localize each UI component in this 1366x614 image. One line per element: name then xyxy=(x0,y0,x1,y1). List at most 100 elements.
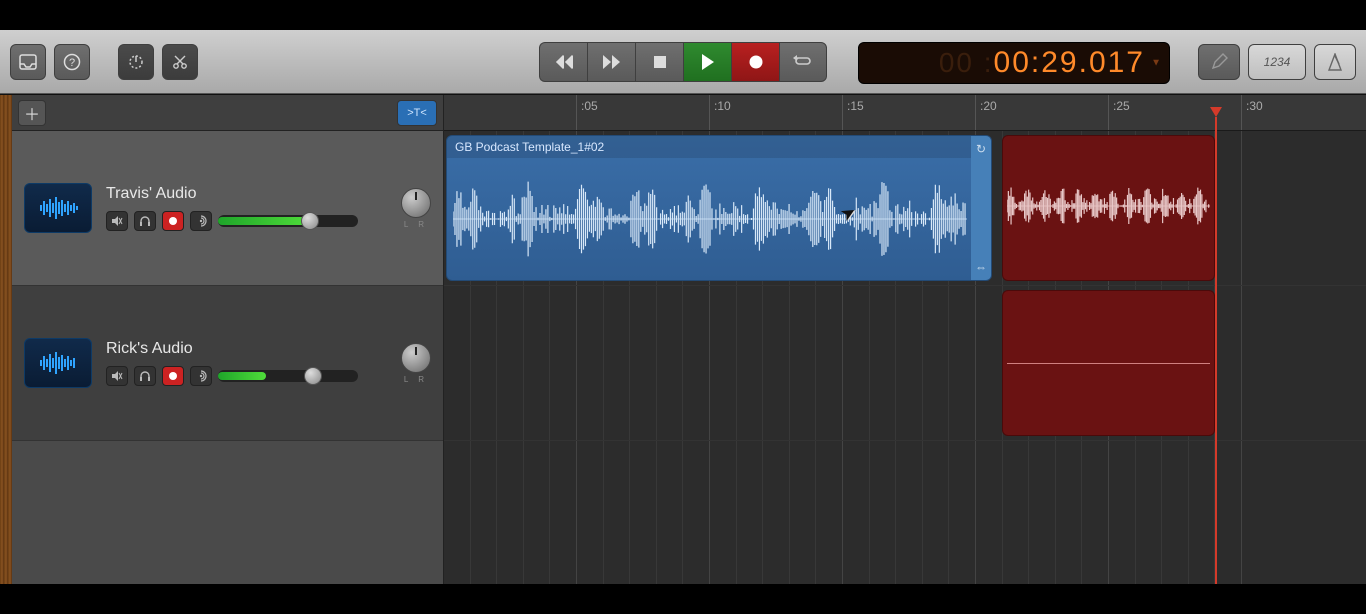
pan-lr-label: L R xyxy=(401,220,431,229)
track-controls xyxy=(106,366,387,386)
play-button[interactable] xyxy=(683,42,731,82)
volume-thumb[interactable] xyxy=(304,367,322,385)
time-ruler[interactable]: :05 :10 :15 :20 :25 :30 xyxy=(444,95,1366,131)
waveform xyxy=(453,168,967,270)
track-controls xyxy=(106,211,387,231)
mute-icon xyxy=(111,215,123,227)
time-display-value: 00:29.017 xyxy=(994,46,1145,80)
audio-region[interactable]: GB Podcast Template_1#02 ↻ ⇔ xyxy=(446,135,992,281)
add-track-button[interactable]: ＋ xyxy=(18,100,46,126)
help-button[interactable]: ? xyxy=(54,44,90,80)
track-info: Travis' Audio xyxy=(106,185,387,231)
ruler-tick: :30 xyxy=(1241,95,1263,130)
input-icon xyxy=(195,370,207,382)
ruler-tick: :05 xyxy=(576,95,598,130)
mute-button[interactable] xyxy=(106,366,128,386)
main-area: ＋ >T< xyxy=(0,94,1366,584)
scissors-icon xyxy=(171,53,189,71)
dial-icon xyxy=(127,53,145,71)
fade-icon[interactable]: ⇔ xyxy=(975,260,987,274)
count-in-button[interactable]: 1234 xyxy=(1248,44,1306,80)
smart-controls-button[interactable] xyxy=(118,44,154,80)
pencil-icon xyxy=(1210,53,1228,71)
input-icon xyxy=(195,215,207,227)
notepad-button[interactable] xyxy=(1198,44,1240,80)
track-header-panel: ＋ >T< xyxy=(12,95,444,584)
pan-control[interactable]: L R xyxy=(401,188,431,229)
volume-thumb[interactable] xyxy=(301,212,319,230)
playhead[interactable] xyxy=(1215,117,1217,584)
play-icon xyxy=(701,54,715,70)
record-enable-button[interactable] xyxy=(162,211,184,231)
record-enable-button[interactable] xyxy=(162,366,184,386)
forward-button[interactable] xyxy=(587,42,635,82)
volume-fill xyxy=(218,217,310,225)
ruler-tick: :15 xyxy=(842,95,864,130)
track-row[interactable]: Travis' Audio xyxy=(12,131,443,286)
waveform xyxy=(1007,142,1210,270)
headphones-icon xyxy=(139,370,151,382)
record-icon xyxy=(748,54,764,70)
ruler-tick: :25 xyxy=(1108,95,1130,130)
time-display-prefix: 00 : xyxy=(939,47,994,79)
tray-icon xyxy=(19,54,37,70)
metronome-button[interactable] xyxy=(1314,44,1356,80)
rewind-icon xyxy=(554,55,574,69)
waveform-icon xyxy=(36,350,80,376)
ruler-tick: :20 xyxy=(975,95,997,130)
editors-button[interactable] xyxy=(162,44,198,80)
metronome-icon xyxy=(1327,53,1343,71)
region-handle[interactable]: ↻ ⇔ xyxy=(971,136,991,280)
ruler-tick: :10 xyxy=(709,95,731,130)
track-name-label: Travis' Audio xyxy=(106,185,387,203)
cycle-icon xyxy=(793,54,813,70)
cycle-button[interactable] xyxy=(779,42,827,82)
stop-button[interactable] xyxy=(635,42,683,82)
recording-region[interactable] xyxy=(1002,290,1215,436)
pan-lr-label: L R xyxy=(401,375,431,384)
input-monitor-button[interactable] xyxy=(190,366,212,386)
stop-icon xyxy=(653,55,667,69)
volume-slider[interactable] xyxy=(218,215,358,227)
track-filter-button[interactable]: >T< xyxy=(397,100,437,126)
count-in-label: 1234 xyxy=(1264,55,1291,69)
volume-slider[interactable] xyxy=(218,370,358,382)
toolbar-right: 1234 xyxy=(1198,44,1356,80)
volume-fill xyxy=(218,372,266,380)
input-monitor-button[interactable] xyxy=(190,211,212,231)
track-lane[interactable] xyxy=(444,286,1366,441)
track-lane[interactable]: GB Podcast Template_1#02 ↻ ⇔ xyxy=(444,131,1366,286)
track-icon xyxy=(24,183,92,233)
waveform-icon xyxy=(36,195,80,221)
track-icon xyxy=(24,338,92,388)
recording-region[interactable] xyxy=(1002,135,1215,281)
question-icon: ? xyxy=(63,53,81,71)
time-display[interactable]: 00 : 00:29.017 ▼ xyxy=(858,42,1170,84)
filter-icon: >T< xyxy=(407,107,427,119)
arrangement-area[interactable]: :05 :10 :15 :20 :25 :30 GB Podcast Template_1… xyxy=(444,95,1366,584)
pan-control[interactable]: L R xyxy=(401,343,431,384)
track-row[interactable]: Rick's Audio xyxy=(12,286,443,441)
solo-button[interactable] xyxy=(134,211,156,231)
pan-knob[interactable] xyxy=(401,188,431,218)
plus-icon: ＋ xyxy=(24,101,40,125)
region-midline xyxy=(1007,363,1210,364)
forward-icon xyxy=(602,55,622,69)
transport-controls xyxy=(539,42,827,82)
record-button[interactable] xyxy=(731,42,779,82)
pan-knob[interactable] xyxy=(401,343,431,373)
loop-icon[interactable]: ↻ xyxy=(976,142,986,156)
record-dot-icon xyxy=(168,216,178,226)
toolbar: ? xyxy=(0,30,1366,94)
library-button[interactable] xyxy=(10,44,46,80)
solo-button[interactable] xyxy=(134,366,156,386)
mute-icon xyxy=(111,370,123,382)
headphones-icon xyxy=(139,215,151,227)
wood-side xyxy=(0,95,12,584)
record-dot-icon xyxy=(168,371,178,381)
app-window: ? xyxy=(0,30,1366,584)
mute-button[interactable] xyxy=(106,211,128,231)
rewind-button[interactable] xyxy=(539,42,587,82)
chevron-down-icon[interactable]: ▼ xyxy=(1151,58,1163,69)
region-title: GB Podcast Template_1#02 xyxy=(447,136,991,158)
